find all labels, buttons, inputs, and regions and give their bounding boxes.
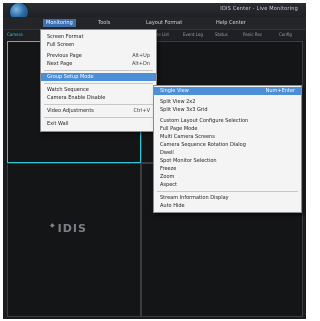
submenu-item-full-page[interactable]: Full Page Mode	[154, 125, 301, 133]
submenu-item-dwell[interactable]: Dwell	[154, 149, 301, 157]
title-bar: IDIS Center - Live Monitoring	[3, 3, 306, 22]
window-title: IDIS Center - Live Monitoring	[220, 6, 298, 12]
menu-layout-format[interactable]: Layout Format	[143, 19, 185, 27]
submenu-item-custom-layout[interactable]: Custom Layout Configure Selection	[154, 117, 301, 125]
submenu-item-split-2x2[interactable]: Split View 2x2	[154, 98, 301, 106]
monitoring-menu: Screen Format Full Screen Previous Page A…	[40, 29, 157, 132]
tool-status[interactable]: Status	[215, 32, 228, 38]
menu-item-video-adjustments[interactable]: Video Adjustments Ctrl+V	[41, 107, 156, 115]
menu-item-screen-format[interactable]: Screen Format	[41, 33, 156, 41]
submenu-item-aspect[interactable]: Aspect	[154, 181, 301, 189]
submenu-item-stream-info[interactable]: Stream Information Display	[154, 194, 301, 202]
screen-format-submenu: Single View Num+Enter Split View 2x2 Spli…	[153, 85, 302, 213]
menu-separator	[44, 104, 153, 105]
menu-monitoring[interactable]: Monitoring	[43, 19, 76, 27]
menu-item-previous-page[interactable]: Previous Page Alt+Up	[41, 52, 156, 60]
tool-camera[interactable]: Camera	[7, 32, 23, 38]
submenu-separator	[157, 191, 298, 192]
menu-separator	[44, 117, 153, 118]
submenu-item-spot-monitor[interactable]: Spot Monitor Selection	[154, 157, 301, 165]
idis-watermark: ◆ IDIS	[50, 222, 87, 235]
submenu-item-auto-hide[interactable]: Auto Hide	[154, 202, 301, 210]
video-pane-3[interactable]: ◆ IDIS	[7, 163, 141, 317]
menu-help-center[interactable]: Help Center	[213, 19, 249, 27]
submenu-item-zoom[interactable]: Zoom	[154, 173, 301, 181]
submenu-item-sequence-rotation[interactable]: Camera Sequence Rotation Dialog	[154, 141, 301, 149]
menu-tools[interactable]: Tools	[95, 19, 113, 27]
menu-item-next-page[interactable]: Next Page Alt+Dn	[41, 60, 156, 68]
app-window: IDIS Center - Live Monitoring Monitoring…	[3, 3, 306, 319]
tool-event-log[interactable]: Event Log	[183, 32, 203, 38]
menu-item-full-screen[interactable]: Full Screen	[41, 41, 156, 49]
menu-item-group-setup-mode[interactable]: Group Setup Mode	[41, 73, 156, 81]
idis-mark-icon: ◆	[50, 222, 56, 229]
menu-item-exit-wall[interactable]: Exit Wall	[41, 120, 156, 128]
menu-separator	[44, 70, 153, 71]
submenu-item-freeze[interactable]: Freeze	[154, 165, 301, 173]
menu-item-camera-enable[interactable]: Camera Enable Disable	[41, 94, 156, 102]
submenu-item-single-view[interactable]: Single View Num+Enter	[154, 87, 301, 95]
menu-item-watch-sequence[interactable]: Watch Sequence	[41, 86, 156, 94]
submenu-item-multi-camera[interactable]: Multi Camera Screens	[154, 133, 301, 141]
menu-separator	[44, 83, 153, 84]
submenu-item-split-3x3[interactable]: Split View 3x3 Grid	[154, 106, 301, 114]
tool-config[interactable]: Config	[279, 32, 292, 38]
tool-panic-rec[interactable]: Panic Rec	[243, 32, 262, 38]
